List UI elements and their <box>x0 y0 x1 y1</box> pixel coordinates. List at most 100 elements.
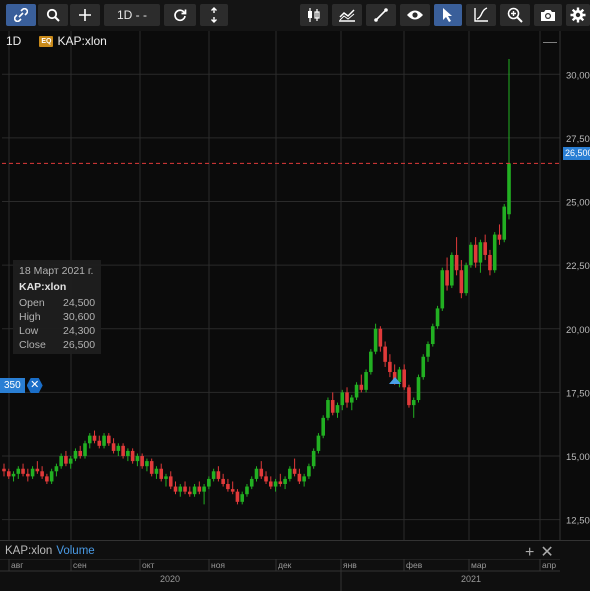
candle-body <box>35 468 40 472</box>
candle-body <box>402 369 406 388</box>
candle-body <box>140 456 144 467</box>
candle-body <box>178 486 183 492</box>
add-button[interactable] <box>70 4 100 26</box>
y-tick-label: 30,000 <box>566 70 590 81</box>
candle-body <box>307 466 311 477</box>
drawing-line-icon <box>374 8 388 22</box>
volume-symbol: KAP:xlon <box>5 545 53 557</box>
candle-body <box>483 242 487 255</box>
eye-icon <box>407 10 423 20</box>
draw-line-button[interactable] <box>366 4 396 26</box>
y-tick-label: 20,000 <box>566 325 590 336</box>
candle-body <box>349 397 354 403</box>
cursor-button[interactable] <box>434 4 462 26</box>
link-button[interactable] <box>6 4 36 26</box>
candle-body <box>464 265 468 294</box>
tooltip-close: Close 26,500 <box>19 339 96 351</box>
refresh-icon <box>174 9 187 22</box>
candle-body <box>426 344 430 357</box>
chart-header: 1D EQ KAP:xlon <box>6 34 107 48</box>
candle-body <box>16 468 21 474</box>
candle-body <box>121 445 125 457</box>
month-label: ноя <box>211 560 225 570</box>
candle-body <box>273 481 278 487</box>
candle-body <box>183 486 187 492</box>
candle-body <box>59 456 63 467</box>
camera-icon <box>541 10 555 21</box>
marker-value: 350 <box>0 378 25 393</box>
cursor-icon <box>443 8 452 22</box>
candle-body <box>116 445 121 451</box>
y-tick-label: 25,000 <box>566 198 590 209</box>
month-label: янв <box>343 560 357 570</box>
candle-body <box>326 400 330 418</box>
candle-body <box>469 244 473 266</box>
candle-body <box>369 351 373 373</box>
candle-body <box>268 481 273 487</box>
ohlc-tooltip: 18 Март 2021 г. KAP:xlon Open 24,500 High… <box>13 260 101 354</box>
candle-body <box>102 435 106 446</box>
position-marker[interactable]: 350 ✕ <box>0 378 43 393</box>
candle-body <box>421 356 426 378</box>
month-label: фев <box>406 560 423 570</box>
minimize-icon[interactable]: — <box>543 33 557 49</box>
candle-body <box>245 486 249 495</box>
candle-body <box>473 244 478 263</box>
candle-body <box>373 328 378 352</box>
symbol-label[interactable]: KAP:xlon <box>57 34 106 48</box>
indicators-button[interactable] <box>332 4 362 26</box>
candle-body <box>83 443 87 457</box>
candle-body <box>159 468 164 479</box>
search-button[interactable] <box>38 4 68 26</box>
candle-body <box>430 326 435 345</box>
candle-body <box>492 234 497 271</box>
candle-body <box>45 476 49 482</box>
candle-body <box>49 471 54 482</box>
candle-body <box>278 481 283 485</box>
candle-body <box>397 369 402 383</box>
candle-body <box>154 468 159 474</box>
snapshot-button[interactable] <box>534 4 562 26</box>
axis-button[interactable] <box>466 4 496 26</box>
time-axis: авг сен окт ноя дек янв фев мар апр 2020 2021 <box>0 559 560 591</box>
y-tick-label: 17,500 <box>566 388 590 399</box>
axis-icon <box>474 7 488 22</box>
zoom-button[interactable] <box>500 4 530 26</box>
visibility-button[interactable] <box>400 4 430 26</box>
tooltip-symbol: KAP:xlon <box>19 281 67 293</box>
candle-body <box>288 468 292 479</box>
candle-body <box>173 486 178 492</box>
zoom-in-icon <box>507 7 523 23</box>
volume-label[interactable]: Volume <box>56 545 94 557</box>
candle-body <box>145 461 149 467</box>
candle-body <box>197 486 202 492</box>
candle-body <box>78 450 83 457</box>
compare-icon <box>211 7 217 23</box>
candle-body <box>221 478 225 485</box>
candle-body <box>240 494 245 502</box>
candle-body <box>407 387 411 406</box>
settings-button[interactable] <box>566 4 590 26</box>
candle-body <box>330 400 335 413</box>
candle-body <box>450 254 454 286</box>
candle-body <box>416 377 421 401</box>
candle-body <box>68 458 73 464</box>
candle-body <box>149 461 154 474</box>
chart-type-button[interactable] <box>300 4 328 26</box>
candle-body <box>40 471 44 477</box>
volume-panel: KAP:xlon Volume + ✕ авг сен окт ноя дек янв фев м… <box>0 540 590 591</box>
candle-body <box>207 478 211 487</box>
compare-button[interactable] <box>200 4 228 26</box>
refresh-button[interactable] <box>164 4 196 26</box>
interval-dropdown[interactable]: 1D - - <box>104 4 160 26</box>
candle-body <box>235 491 240 502</box>
candle-body <box>188 491 192 495</box>
marker-close-icon[interactable]: ✕ <box>26 378 43 393</box>
tooltip-date: 18 Март 2021 г. <box>19 265 94 277</box>
candle-body <box>211 471 216 479</box>
candle-body <box>6 471 11 477</box>
candle-body <box>192 486 197 495</box>
equity-badge: EQ <box>39 35 54 47</box>
candle-body <box>297 473 302 482</box>
y-tick-label: 12,500 <box>566 516 590 527</box>
